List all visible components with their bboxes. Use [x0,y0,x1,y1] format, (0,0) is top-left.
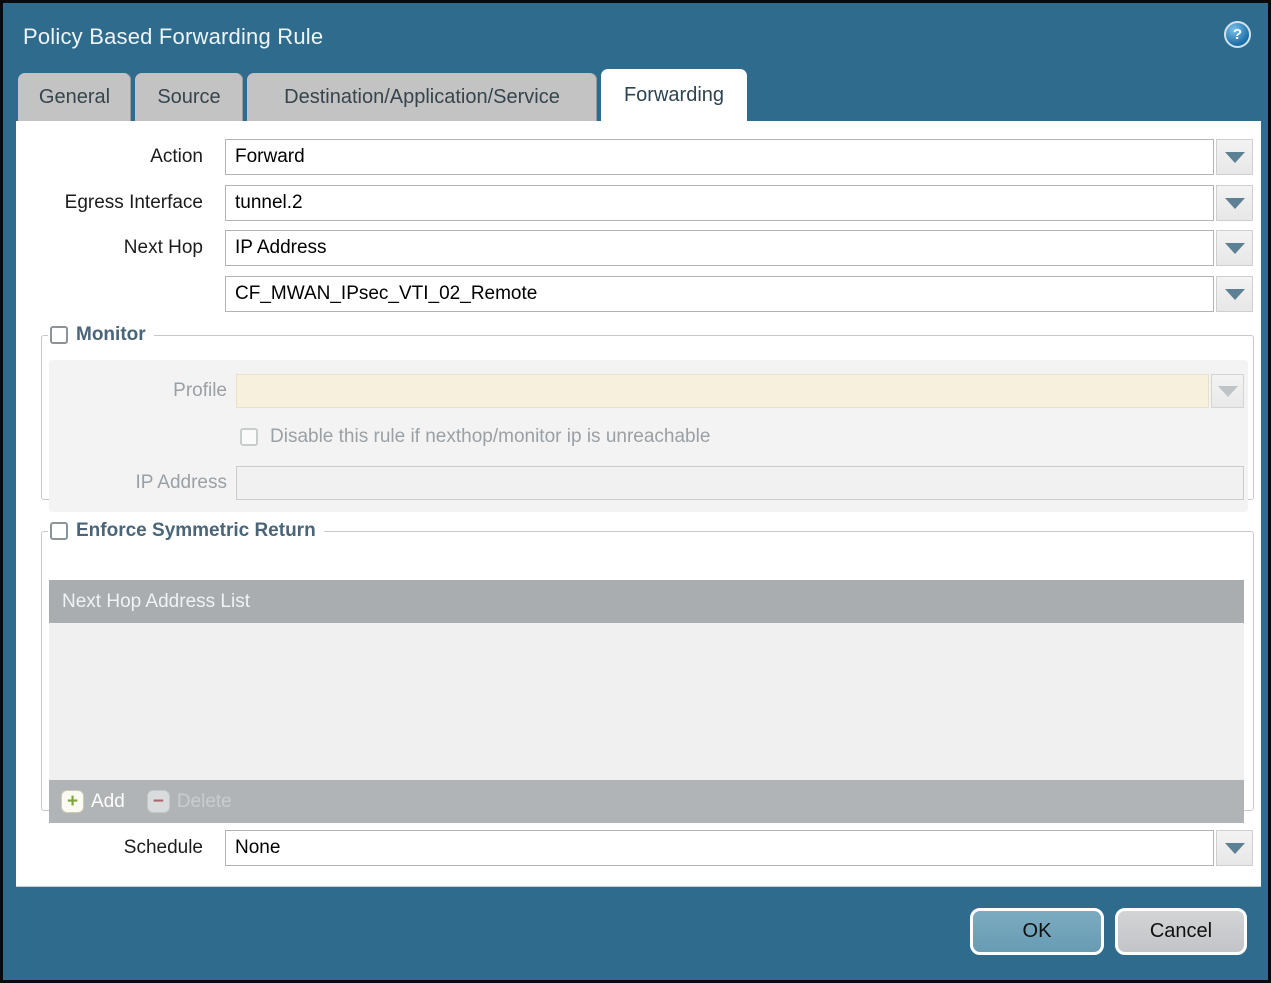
forwarding-tab-panel: Action Forward Egress Interface tunnel.2… [16,121,1261,887]
dialog-footer: OK Cancel [6,881,1265,977]
next-hop-address-list-toolbar: + Add − Delete [49,780,1244,823]
next-hop-address-table: Next Hop Address List + Add − Delete [49,580,1244,823]
egress-interface-label: Egress Interface [16,185,214,221]
minus-icon: − [147,790,170,813]
chevron-down-icon [1225,843,1245,854]
monitor-legend-label: Monitor [76,324,146,346]
monitor-ip-address-input [236,466,1244,500]
next-hop-address-dropdown-button[interactable] [1216,276,1253,312]
next-hop-address-list-body[interactable] [49,623,1244,780]
disable-rule-row: Disable this rule if nexthop/monitor ip … [240,426,710,448]
chevron-down-icon [1225,289,1245,300]
monitor-section: Monitor Profile Disable this rule if nex… [41,324,1254,500]
dialog-title: Policy Based Forwarding Rule [23,24,323,50]
next-hop-type-combobox[interactable]: IP Address [225,230,1214,266]
next-hop-type-dropdown-button[interactable] [1216,230,1253,266]
chevron-down-icon [1225,152,1245,163]
disable-rule-checkbox [240,428,258,446]
plus-icon: + [61,790,84,813]
monitor-legend: Monitor [48,324,154,346]
egress-interface-dropdown-button[interactable] [1216,185,1253,221]
delete-button: − Delete [147,790,232,813]
monitor-checkbox[interactable] [50,326,68,344]
delete-button-label: Delete [177,791,232,813]
tab-general[interactable]: General [18,73,131,121]
tab-forwarding[interactable]: Forwarding [601,69,747,121]
title-bar: Policy Based Forwarding Rule ? [6,6,1265,68]
action-dropdown-button[interactable] [1216,139,1253,175]
chevron-down-icon [1218,386,1238,397]
profile-dropdown-button [1211,374,1244,408]
disable-rule-label: Disable this rule if nexthop/monitor ip … [270,426,710,448]
enforce-symmetric-return-checkbox[interactable] [50,522,68,540]
monitor-ip-address-label: IP Address [42,466,227,500]
profile-combobox [236,374,1209,408]
tab-source[interactable]: Source [135,73,243,121]
cancel-button[interactable]: Cancel [1115,908,1247,955]
action-combobox[interactable]: Forward [225,139,1214,175]
schedule-combobox[interactable]: None [225,830,1214,866]
ok-button[interactable]: OK [970,908,1104,955]
action-label: Action [16,139,214,175]
add-button[interactable]: + Add [61,790,125,813]
chevron-down-icon [1225,198,1245,209]
dialog-frame: Policy Based Forwarding Rule ? General S… [0,0,1271,983]
profile-label: Profile [42,374,227,408]
enforce-symmetric-return-legend-label: Enforce Symmetric Return [76,520,316,542]
help-icon[interactable]: ? [1224,21,1251,48]
enforce-symmetric-return-legend: Enforce Symmetric Return [48,520,324,542]
chevron-down-icon [1225,243,1245,254]
tab-strip: General Source Destination/Application/S… [3,69,1268,121]
next-hop-address-list-header: Next Hop Address List [49,580,1244,623]
schedule-label: Schedule [16,830,214,866]
egress-interface-combobox[interactable]: tunnel.2 [225,185,1214,221]
next-hop-label: Next Hop [16,230,214,266]
next-hop-address-combobox[interactable]: CF_MWAN_IPsec_VTI_02_Remote [225,276,1214,312]
enforce-symmetric-return-section: Enforce Symmetric Return Next Hop Addres… [41,520,1254,811]
add-button-label: Add [91,791,125,813]
schedule-dropdown-button[interactable] [1216,830,1253,866]
tab-destination-application-service[interactable]: Destination/Application/Service [247,73,597,121]
